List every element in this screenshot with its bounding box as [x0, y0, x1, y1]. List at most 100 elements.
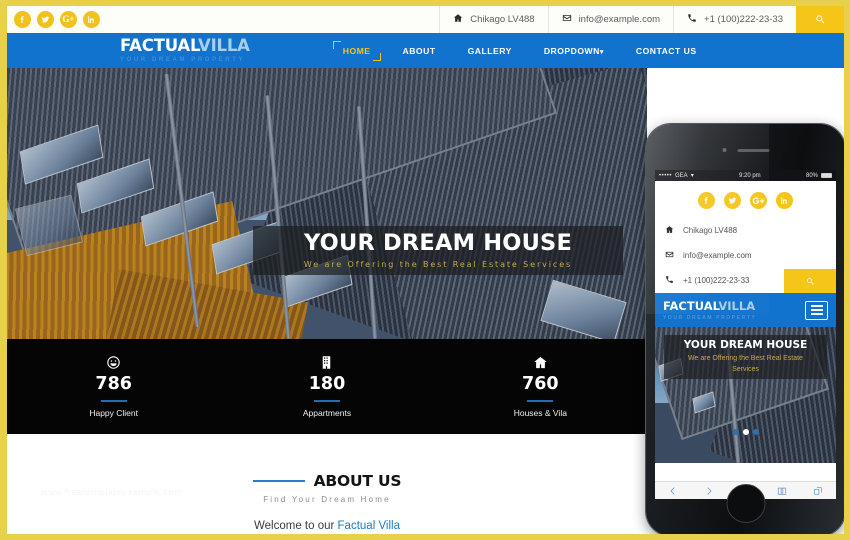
nav-label-gallery: GALLERY — [467, 45, 512, 56]
home-pin-icon — [665, 225, 674, 236]
phone-social-links: G+ — [655, 181, 836, 218]
search-icon — [815, 15, 824, 24]
search-icon — [806, 277, 814, 285]
phone-mockup: ••••• GEA ▾ 9:20 pm 80% G+ Chikago LV488… — [646, 124, 844, 534]
linkedin-icon[interactable] — [776, 192, 793, 209]
hero-overlay — [7, 68, 647, 339]
stats-section: 786 Happy Client 180 Appartments 760 Hou… — [7, 339, 647, 434]
phone-hero-title: YOUR DREAM HOUSE — [683, 339, 808, 352]
contact-address: Chikago LV488 — [439, 6, 547, 33]
tabs-icon[interactable] — [800, 486, 836, 496]
address-text: Chikago LV488 — [470, 14, 535, 25]
phone-number-text: +1 (100)222-23-33 — [683, 276, 750, 285]
envelope-icon — [562, 13, 572, 26]
nav-item-dropdown[interactable]: DROPDOWN▾ — [528, 40, 620, 62]
search-button[interactable] — [796, 6, 844, 33]
home-icon — [434, 355, 647, 372]
stat-divider — [527, 400, 554, 403]
hero-background-image — [7, 68, 647, 339]
phone-address-text: Chikago LV488 — [683, 226, 738, 235]
stat-number: 180 — [308, 373, 346, 394]
phone-contact-email: info@example.com — [655, 243, 836, 268]
site-logo[interactable]: FACTUALVILLA YOUR DREAM PROPERTY — [120, 38, 250, 63]
stat-number: 760 — [522, 373, 559, 394]
stat-label: Houses & Vila — [513, 408, 567, 419]
stat-divider — [313, 400, 340, 403]
hero-title: YOUR DREAM HOUSE — [303, 230, 573, 257]
hero-caption: YOUR DREAM HOUSE We are Offering the Bes… — [253, 226, 623, 275]
phone-site-logo[interactable]: FACTUALVILLA YOUR DREAM PROPERTY — [663, 299, 756, 321]
stat-label: Appartments — [302, 408, 352, 419]
nav-item-about[interactable]: ABOUT — [387, 40, 452, 62]
clock-label: 9:20 pm — [739, 172, 761, 179]
watermark-text: www.freetemplateexample.com — [41, 487, 183, 497]
home-pin-icon — [453, 13, 463, 26]
facebook-icon[interactable] — [14, 11, 31, 28]
stat-appartments: 180 Appartments — [220, 355, 433, 419]
google-plus-icon[interactable]: G+ — [60, 11, 77, 28]
stat-divider — [100, 400, 127, 403]
nav-label-contact-us: CONTACT US — [635, 45, 697, 56]
phone-status-bar: ••••• GEA ▾ 9:20 pm 80% — [655, 170, 836, 181]
stat-label: Happy Client — [89, 408, 138, 419]
nav-item-home[interactable]: HOME — [327, 40, 387, 62]
chevron-down-icon: ▾ — [599, 48, 604, 56]
nav-label-dropdown: DROPDOWN — [543, 45, 600, 56]
logo-tagline: YOUR DREAM PROPERTY — [120, 56, 246, 63]
hamburger-menu-icon[interactable] — [805, 300, 828, 320]
nav-item-contact-us[interactable]: CONTACT US — [620, 40, 713, 62]
smiley-icon — [7, 355, 220, 372]
wifi-icon: ▾ — [690, 173, 694, 179]
phone-navigation-bar: FACTUALVILLA YOUR DREAM PROPERTY — [655, 293, 836, 327]
phone-hero-subtitle: We are Offering the Best Real Estate Ser… — [688, 355, 803, 373]
phone-hero-caption: YOUR DREAM HOUSE We are Offering the Bes… — [664, 335, 827, 379]
phone-icon — [687, 13, 697, 26]
page-frame: G+ Chikago LV488 info@example.com +1 (10… — [0, 0, 850, 540]
logo-wordmark: FACTUALVILLA — [120, 38, 250, 55]
earpiece-grill — [737, 148, 769, 152]
about-body: Welcome to our Factual Villa — [7, 520, 647, 532]
phone-logo-light: VILLA — [718, 299, 756, 313]
phone-home-button[interactable] — [726, 484, 765, 523]
main-navigation-bar: FACTUALVILLA YOUR DREAM PROPERTY HOME AB… — [7, 33, 844, 68]
about-body-prefix: Welcome to our — [254, 520, 338, 532]
phone-logo-wordmark: FACTUALVILLA — [663, 299, 756, 313]
logo-strong: FACTUAL — [120, 36, 199, 56]
phone-slider-dot-2[interactable] — [742, 429, 749, 435]
burger-line — [810, 313, 823, 315]
stat-houses-vila: 760 Houses & Vila — [434, 355, 647, 419]
nav-menu: HOME ABOUT GALLERY DROPDOWN▾ CONTACT US — [327, 40, 713, 62]
nav-item-gallery[interactable]: GALLERY — [452, 40, 528, 62]
linkedin-icon[interactable] — [83, 11, 100, 28]
signal-dots-icon: ••••• — [659, 172, 673, 179]
phone-logo-tagline: YOUR DREAM PROPERTY — [663, 315, 757, 321]
website-preview: G+ Chikago LV488 info@example.com +1 (10… — [7, 6, 844, 534]
phone-search-button[interactable] — [784, 269, 836, 293]
contact-phone: +1 (100)222-23-33 — [673, 6, 796, 33]
burger-line — [810, 305, 823, 307]
twitter-icon[interactable] — [37, 11, 54, 28]
phone-contact-address: Chikago LV488 — [655, 218, 836, 243]
logo-light: VILLA — [198, 36, 250, 56]
about-accent-line — [252, 479, 305, 483]
phone-text: +1 (100)222-23-33 — [704, 14, 783, 25]
about-title: ABOUT US — [313, 472, 402, 490]
battery-percent: 80% — [805, 172, 818, 179]
hero-slider[interactable]: YOUR DREAM HOUSE We are Offering the Bes… — [7, 68, 647, 339]
hero-subtitle: We are Offering the Best Real Estate Ser… — [303, 259, 573, 269]
burger-line — [810, 309, 823, 311]
envelope-icon — [665, 250, 674, 261]
phone-hero-slider[interactable]: YOUR DREAM HOUSE We are Offering the Bes… — [655, 327, 836, 463]
about-body-link[interactable]: Factual Villa — [338, 520, 400, 532]
bookmarks-icon[interactable] — [764, 486, 800, 496]
google-plus-icon[interactable]: G+ — [750, 192, 767, 209]
about-section: www.freetemplateexample.com ABOUT US Fin… — [7, 434, 647, 534]
phone-slider-dot-3[interactable] — [752, 429, 759, 435]
twitter-icon[interactable] — [724, 192, 741, 209]
facebook-icon[interactable] — [698, 192, 715, 209]
front-camera-icon — [722, 148, 726, 152]
phone-slider-dot-1[interactable] — [732, 429, 739, 435]
back-icon[interactable] — [655, 486, 691, 496]
phone-slider-dots — [732, 429, 759, 435]
forward-icon[interactable] — [691, 486, 727, 496]
